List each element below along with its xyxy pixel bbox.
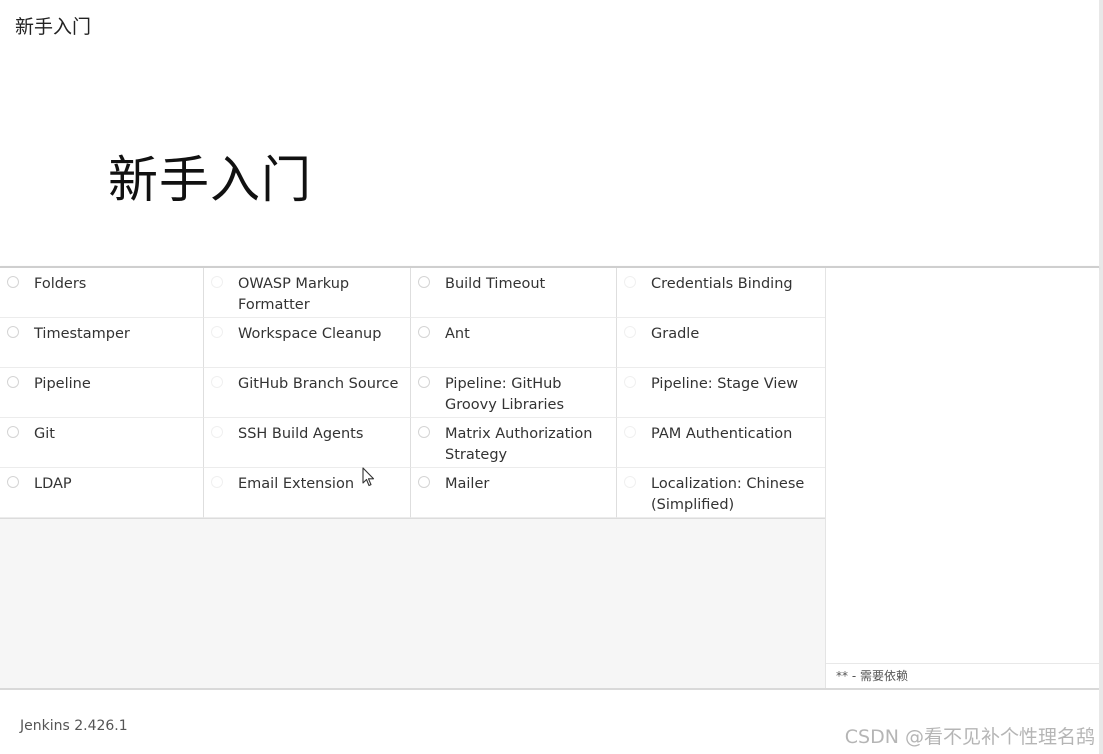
plugin-name: Gradle xyxy=(651,326,700,342)
radio-circle-icon xyxy=(211,276,223,288)
plugin-item[interactable]: GitHub Branch Source xyxy=(204,368,411,418)
jenkins-version: Jenkins 2.426.1 xyxy=(20,718,128,734)
radio-circle-icon xyxy=(7,276,19,288)
radio-circle-icon xyxy=(418,326,430,338)
plugin-list-area: Folders OWASP Markup Formatter Build Timeo… xyxy=(0,268,825,688)
plugin-item[interactable]: Pipeline xyxy=(0,368,204,418)
plugin-item[interactable]: Pipeline: GitHub Groovy Libraries xyxy=(411,368,617,418)
plugin-item[interactable]: Gradle xyxy=(617,318,825,368)
radio-circle-icon xyxy=(418,426,430,438)
plugin-name: Ant xyxy=(445,326,470,342)
radio-circle-icon xyxy=(418,476,430,488)
plugin-name: Pipeline xyxy=(34,376,91,392)
plugin-name: PAM Authentication xyxy=(651,426,793,442)
plugin-name: Matrix Authorization Strategy xyxy=(445,426,593,463)
radio-circle-icon xyxy=(211,426,223,438)
plugin-name: SSH Build Agents xyxy=(238,426,364,442)
radio-circle-icon xyxy=(211,476,223,488)
plugin-item[interactable]: Localization: Chinese (Simplified) xyxy=(617,468,825,518)
plugin-name: Credentials Binding xyxy=(651,276,793,292)
plugin-name: Email Extension xyxy=(238,476,355,492)
footer: Jenkins 2.426.1 CSDN @看不见补个性理名鸹 xyxy=(0,688,1099,754)
plugin-item[interactable]: Build Timeout xyxy=(411,268,617,318)
window-title: 新手入门 xyxy=(15,16,92,38)
plugin-item[interactable]: Credentials Binding xyxy=(617,268,825,318)
plugin-item[interactable]: PAM Authentication xyxy=(617,418,825,468)
radio-circle-icon xyxy=(7,376,19,388)
plugin-name: Timestamper xyxy=(34,326,130,342)
plugin-item[interactable]: OWASP Markup Formatter xyxy=(204,268,411,318)
plugin-name: LDAP xyxy=(34,476,72,492)
plugin-name: Git xyxy=(34,426,55,442)
install-log-panel: ** - 需要依赖 xyxy=(825,268,1099,688)
plugin-item[interactable]: Pipeline: Stage View xyxy=(617,368,825,418)
plugin-item[interactable]: Email Extension xyxy=(204,468,411,518)
plugin-item[interactable]: SSH Build Agents xyxy=(204,418,411,468)
mouse-pointer-icon xyxy=(362,467,375,487)
radio-circle-icon xyxy=(624,476,636,488)
plugin-name: Pipeline: GitHub Groovy Libraries xyxy=(445,376,565,413)
hero-section: 新手入门 新手入门 xyxy=(0,0,1099,266)
dependency-note: ** - 需要依赖 xyxy=(826,663,1099,688)
plugin-name: OWASP Markup Formatter xyxy=(238,276,350,313)
radio-circle-icon xyxy=(211,326,223,338)
plugin-name: GitHub Branch Source xyxy=(238,376,399,392)
plugin-grid: Folders OWASP Markup Formatter Build Timeo… xyxy=(0,268,825,519)
plugin-item[interactable]: LDAP xyxy=(0,468,204,518)
plugin-item[interactable]: Folders xyxy=(0,268,204,318)
plugin-item[interactable]: Workspace Cleanup xyxy=(204,318,411,368)
jenkins-setup-page: 新手入门 新手入门 Folders OWASP Markup Formatter B… xyxy=(0,0,1103,754)
watermark: CSDN @看不见补个性理名鸹 xyxy=(844,726,1095,748)
plugin-item[interactable]: Mailer xyxy=(411,468,617,518)
radio-circle-icon xyxy=(7,326,19,338)
plugin-name: Folders xyxy=(34,276,87,292)
plugin-name: Workspace Cleanup xyxy=(238,326,382,342)
radio-circle-icon xyxy=(624,276,636,288)
plugin-item[interactable]: Ant xyxy=(411,318,617,368)
radio-circle-icon xyxy=(624,326,636,338)
radio-circle-icon xyxy=(7,426,19,438)
window-edge xyxy=(1099,0,1103,754)
plugin-item[interactable]: Matrix Authorization Strategy xyxy=(411,418,617,468)
plugin-item[interactable]: Timestamper xyxy=(0,318,204,368)
radio-circle-icon xyxy=(418,376,430,388)
radio-circle-icon xyxy=(624,426,636,438)
radio-circle-icon xyxy=(418,276,430,288)
plugin-name: Build Timeout xyxy=(445,276,546,292)
plugin-item[interactable]: Git xyxy=(0,418,204,468)
radio-circle-icon xyxy=(7,476,19,488)
radio-circle-icon xyxy=(211,376,223,388)
plugin-name: Localization: Chinese (Simplified) xyxy=(651,476,805,513)
page-title: 新手入门 xyxy=(108,151,312,209)
radio-circle-icon xyxy=(624,376,636,388)
plugin-name: Pipeline: Stage View xyxy=(651,376,799,392)
plugin-name: Mailer xyxy=(445,476,490,492)
